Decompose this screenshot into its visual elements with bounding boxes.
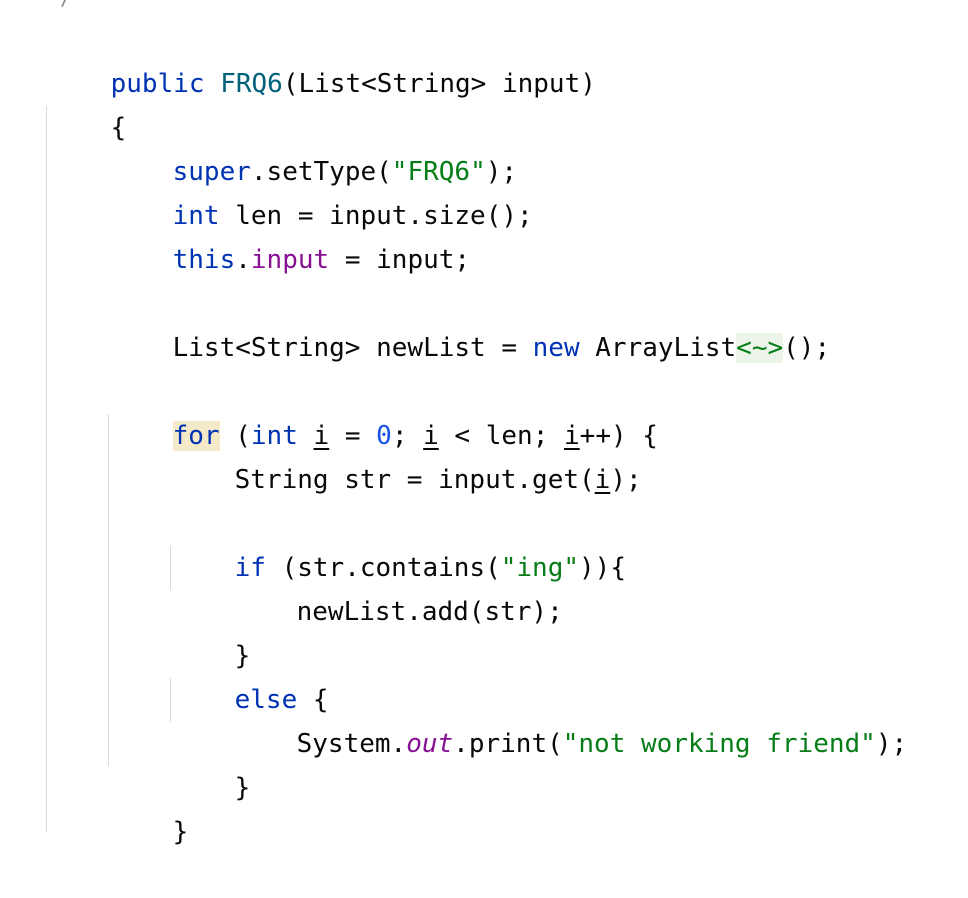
code-line-add: newList.add(str);: [234, 546, 563, 627]
token-decl: List<String> newList =: [172, 333, 533, 363]
code-line-get: String str = input.get(i);: [172, 414, 642, 495]
previous-line-fragment: */: [48, 0, 72, 10]
token-params: (List<String> input): [282, 69, 596, 99]
token-static-field: out: [406, 729, 454, 759]
token-keyword: this: [172, 245, 236, 275]
token-decl: String str = input.get(: [234, 465, 595, 495]
token-end: )){: [579, 553, 626, 583]
token-brace: }: [172, 817, 189, 847]
token-brace: }: [234, 773, 251, 803]
token-string: "not working friend": [562, 729, 876, 759]
code-line-this-input: this.input = input;: [110, 194, 470, 275]
code-line-close-for: }: [110, 766, 189, 847]
code-line-else: else {: [172, 634, 329, 715]
token-call: .print(: [453, 729, 563, 759]
code-line-close-if: }: [172, 590, 251, 671]
code-line-close-else: }: [172, 722, 251, 803]
indent-guide-if: [170, 546, 171, 590]
token-class: System.: [296, 729, 407, 759]
indent-guide-else: [170, 678, 171, 722]
code-line-len: int len = input.size();: [110, 150, 533, 231]
token-var-i: i: [594, 465, 611, 495]
code-line-newlist: List<String> newList = new ArrayList<~>(…: [110, 282, 830, 363]
token-dot: .: [235, 245, 251, 275]
indent-guide-method: [46, 106, 47, 832]
token-end: );: [610, 465, 642, 495]
token-end: ();: [783, 333, 831, 363]
token-class: ArrayList: [579, 333, 737, 363]
indent-guide-for: [108, 414, 109, 766]
code-line-if: if (str.contains("ing")){: [172, 502, 626, 583]
code-line-constructor-signature: public FRQ6(List<String> input): [48, 18, 596, 99]
token-call: newList.add(str);: [296, 597, 563, 627]
code-line-settype: super.setType("FRQ6");: [110, 106, 517, 187]
code-line-for: for (int i = 0; i < len; i++) {: [110, 370, 658, 451]
token-keyword: new: [532, 333, 580, 363]
token-constructor-name: FRQ6: [220, 69, 283, 99]
token-end: );: [875, 729, 908, 759]
token-rest: = input;: [329, 245, 471, 275]
code-line-open-brace: {: [48, 62, 127, 143]
token-field: input: [250, 245, 330, 275]
code-editor[interactable]: */ public FRQ6(List<String> input) { sup…: [0, 0, 968, 847]
code-line-print: System.out.print("not working friend");: [234, 678, 908, 759]
folded-diamond-hint[interactable]: <~>: [736, 333, 784, 363]
